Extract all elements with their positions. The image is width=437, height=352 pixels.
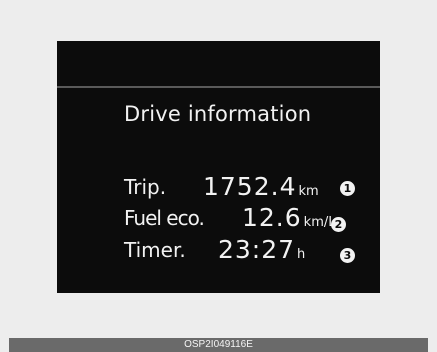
fuel-economy-value-group: 12.6 km/L (242, 203, 336, 232)
display-divider (57, 86, 380, 88)
timer-row: Timer. 23:27 h (124, 234, 374, 264)
fuel-economy-value: 12.6 (242, 203, 302, 232)
trip-value-group: 1752.4 km (203, 172, 319, 201)
timer-unit: h (297, 247, 306, 262)
fuel-economy-label: Fuel eco. (124, 206, 205, 230)
cluster-display: Drive information Trip. 1752.4 km 1 Fuel … (57, 41, 380, 293)
callout-marker-2: 2 (331, 217, 346, 232)
trip-label: Trip. (124, 175, 167, 199)
callout-marker-1: 1 (340, 181, 355, 196)
drive-information-title: Drive information (124, 102, 312, 126)
trip-value: 1752.4 (203, 172, 297, 201)
trip-unit: km (298, 184, 319, 199)
trip-row: Trip. 1752.4 km (124, 171, 374, 201)
figure-code-bar: OSP2I049116E (9, 338, 428, 352)
callout-marker-3: 3 (340, 248, 355, 263)
timer-label: Timer. (124, 238, 186, 262)
figure-code: OSP2I049116E (184, 339, 253, 350)
timer-value: 23:27 (218, 235, 296, 264)
timer-value-group: 23:27 h (218, 235, 305, 264)
